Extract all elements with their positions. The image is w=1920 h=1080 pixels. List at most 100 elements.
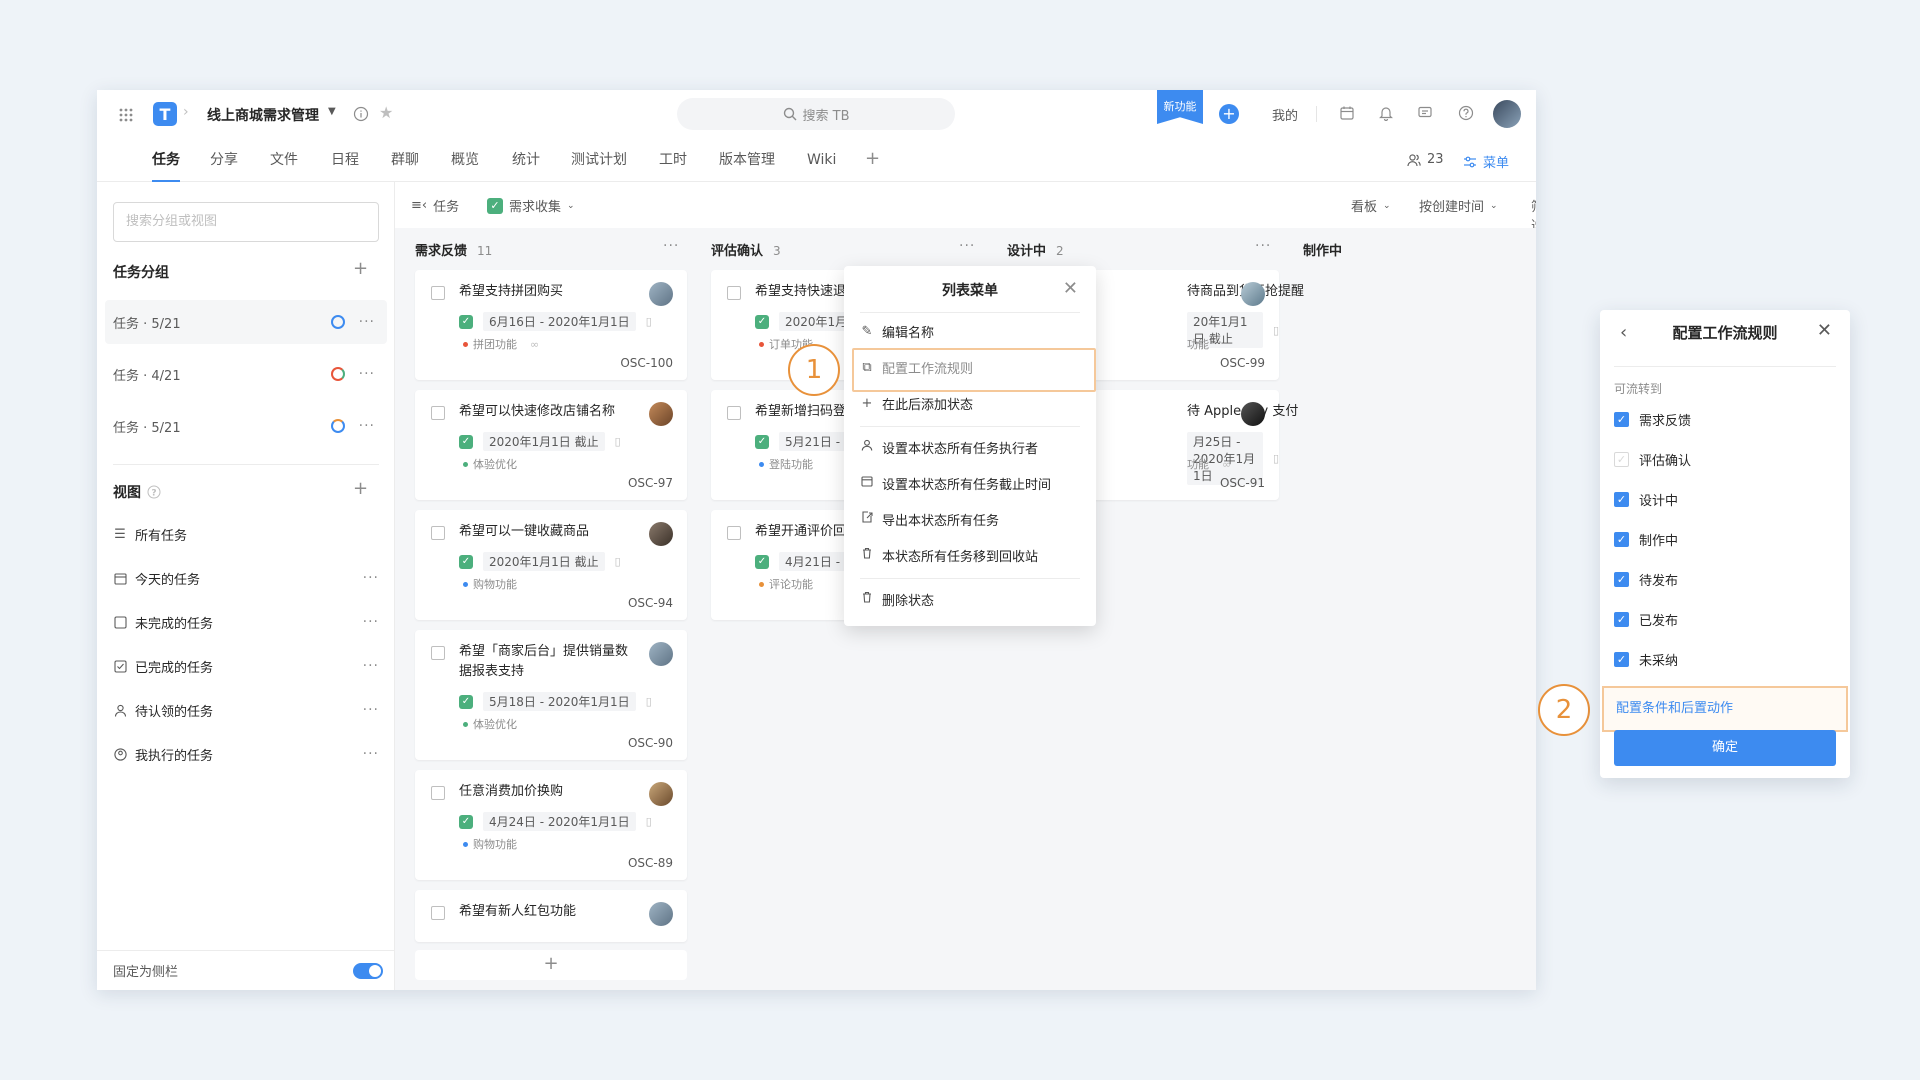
assignee-avatar[interactable] (649, 402, 673, 426)
tab-task[interactable]: 任务 (152, 140, 180, 182)
add-view-button[interactable]: + (353, 478, 368, 499)
task-checkbox[interactable] (431, 286, 445, 300)
collection-selector[interactable]: ✓ 需求收集 ⌄ (487, 196, 575, 215)
menu-item-edit-name[interactable]: ✎ 编辑名称 (860, 316, 1080, 346)
checkbox-checked-icon[interactable]: ✓ (1614, 652, 1629, 667)
tab-work-hours[interactable]: 工时 (659, 140, 687, 182)
checkbox-checked-icon[interactable]: ✓ (1614, 612, 1629, 627)
column-header[interactable]: 需求反馈 11 (415, 240, 492, 259)
more-icon[interactable]: ··· (363, 614, 379, 630)
tab-schedule[interactable]: 日程 (331, 140, 359, 182)
add-group-button[interactable]: + (353, 258, 368, 279)
task-checkbox[interactable] (431, 646, 445, 660)
bell-icon[interactable] (1376, 103, 1396, 123)
task-card[interactable]: 希望有新人红包功能 (415, 890, 687, 942)
checkbox-checked-icon[interactable]: ✓ (1614, 412, 1629, 427)
apps-grid-icon[interactable] (117, 106, 135, 124)
help-icon[interactable] (1456, 103, 1476, 123)
group-search-input[interactable]: 搜索分组或视图 (113, 202, 379, 242)
column-more-icon[interactable]: ··· (1255, 238, 1271, 254)
tab-overview[interactable]: 概览 (451, 140, 479, 182)
add-tab-button[interactable]: + (865, 148, 880, 169)
menu-item-move-to-trash[interactable]: 本状态所有任务移到回收站 (860, 540, 1080, 570)
task-card[interactable]: 希望支持拼团购买 ✓ 6月16日 - 2020年1月1日 ▯ 拼团功能 ∞ OS… (415, 270, 687, 380)
close-icon[interactable]: ✕ (1817, 320, 1832, 341)
checkbox-checked-icon[interactable]: ✓ (1614, 572, 1629, 587)
info-icon[interactable] (352, 105, 370, 123)
tab-share[interactable]: 分享 (210, 140, 238, 182)
menu-item-set-due-date[interactable]: 设置本状态所有任务截止时间 (860, 468, 1080, 498)
board-breadcrumb[interactable]: ≡‹ 任务 (411, 196, 459, 215)
more-icon[interactable]: ··· (359, 418, 375, 434)
tab-wiki[interactable]: Wiki (807, 140, 836, 182)
view-item-today[interactable]: 今天的任务 ··· (113, 562, 379, 594)
mine-link[interactable]: 我的 (1272, 105, 1298, 124)
tab-files[interactable]: 文件 (270, 140, 298, 182)
more-icon[interactable]: ··· (359, 366, 375, 382)
column-more-icon[interactable]: ··· (663, 238, 679, 254)
menu-item-set-assignee[interactable]: 设置本状态所有任务执行者 (860, 432, 1080, 462)
view-item-all-tasks[interactable]: ☰ 所有任务 (113, 518, 379, 550)
calendar-icon[interactable] (1337, 103, 1357, 123)
confirm-button[interactable]: 确定 (1614, 730, 1836, 766)
status-option[interactable]: ✓ 未采纳 (1614, 650, 1678, 669)
tab-statistics[interactable]: 统计 (512, 140, 540, 182)
group-item[interactable]: 任务 · 5/21 ··· (105, 404, 387, 448)
tab-test-plan[interactable]: 测试计划 (571, 140, 627, 182)
status-option[interactable]: ✓ 已发布 (1614, 610, 1678, 629)
task-checkbox[interactable] (431, 786, 445, 800)
view-item-unclaimed[interactable]: 待认领的任务 ··· (113, 694, 379, 726)
menu-item-delete-status[interactable]: 删除状态 (860, 584, 1080, 614)
help-icon[interactable]: ? (147, 485, 161, 499)
member-count[interactable]: 23 (1407, 152, 1444, 167)
column-more-icon[interactable]: ··· (959, 238, 975, 254)
column-header[interactable]: 设计中 2 (1007, 240, 1064, 259)
task-checkbox[interactable] (431, 406, 445, 420)
more-icon[interactable]: ··· (363, 702, 379, 718)
assignee-avatar[interactable] (649, 282, 673, 306)
app-logo-icon[interactable]: T (153, 102, 177, 126)
chevron-left-icon[interactable]: ‹ (1620, 322, 1627, 343)
status-option[interactable]: ✓ 需求反馈 (1614, 410, 1691, 429)
group-item[interactable]: 任务 · 4/21 ··· (105, 352, 387, 396)
assignee-avatar[interactable] (649, 902, 673, 926)
assignee-avatar[interactable] (1241, 402, 1265, 426)
tab-group-chat[interactable]: 群聊 (391, 140, 419, 182)
view-item-my-tasks[interactable]: 我执行的任务 ··· (113, 738, 379, 770)
tab-version-management[interactable]: 版本管理 (719, 140, 775, 182)
task-checkbox[interactable] (727, 526, 741, 540)
checkbox-checked-icon[interactable]: ✓ (1614, 532, 1629, 547)
chat-icon[interactable] (1415, 103, 1435, 123)
task-card[interactable]: 任意消费加价换购 ✓ 4月24日 - 2020年1月1日 ▯ 购物功能 OSC-… (415, 770, 687, 880)
new-feature-badge[interactable]: 新功能 (1157, 90, 1203, 124)
task-checkbox[interactable] (727, 286, 741, 300)
checkbox-disabled-icon[interactable]: ✓ (1614, 452, 1629, 467)
group-item[interactable]: 任务 · 5/21 ··· (105, 300, 387, 344)
assignee-avatar[interactable] (649, 782, 673, 806)
task-card[interactable]: 希望可以快速修改店铺名称 ✓ 2020年1月1日 截止 ▯ 体验优化 OSC-9… (415, 390, 687, 500)
user-avatar[interactable] (1493, 100, 1521, 128)
assignee-avatar[interactable] (649, 642, 673, 666)
more-icon[interactable]: ··· (359, 314, 375, 330)
more-icon[interactable]: ··· (363, 658, 379, 674)
task-card[interactable]: 希望可以一键收藏商品 ✓ 2020年1月1日 截止 ▯ 购物功能 OSC-94 (415, 510, 687, 620)
status-option[interactable]: ✓ 评估确认 (1614, 450, 1691, 469)
configure-conditions-link[interactable]: 配置条件和后置动作 (1602, 686, 1848, 732)
add-task-button[interactable]: + (415, 950, 687, 980)
task-checkbox[interactable] (431, 526, 445, 540)
create-button[interactable]: + (1219, 104, 1239, 124)
checkbox-checked-icon[interactable]: ✓ (1614, 492, 1629, 507)
menu-item-add-status-after[interactable]: + 在此后添加状态 (860, 388, 1080, 418)
project-title[interactable]: 线上商城需求管理 (207, 105, 319, 125)
sort-dropdown[interactable]: 按创建时间 ⌄ (1419, 196, 1498, 215)
assignee-avatar[interactable] (649, 522, 673, 546)
task-checkbox[interactable] (727, 406, 741, 420)
view-item-incomplete[interactable]: 未完成的任务 ··· (113, 606, 379, 638)
task-checkbox[interactable] (431, 906, 445, 920)
assignee-avatar[interactable] (1241, 282, 1265, 306)
column-header[interactable]: 评估确认 3 (711, 240, 781, 259)
menu-item-export-tasks[interactable]: 导出本状态所有任务 (860, 504, 1080, 534)
status-option[interactable]: ✓ 待发布 (1614, 570, 1678, 589)
view-mode-dropdown[interactable]: 看板 ⌄ (1351, 196, 1391, 215)
more-icon[interactable]: ··· (363, 746, 379, 762)
